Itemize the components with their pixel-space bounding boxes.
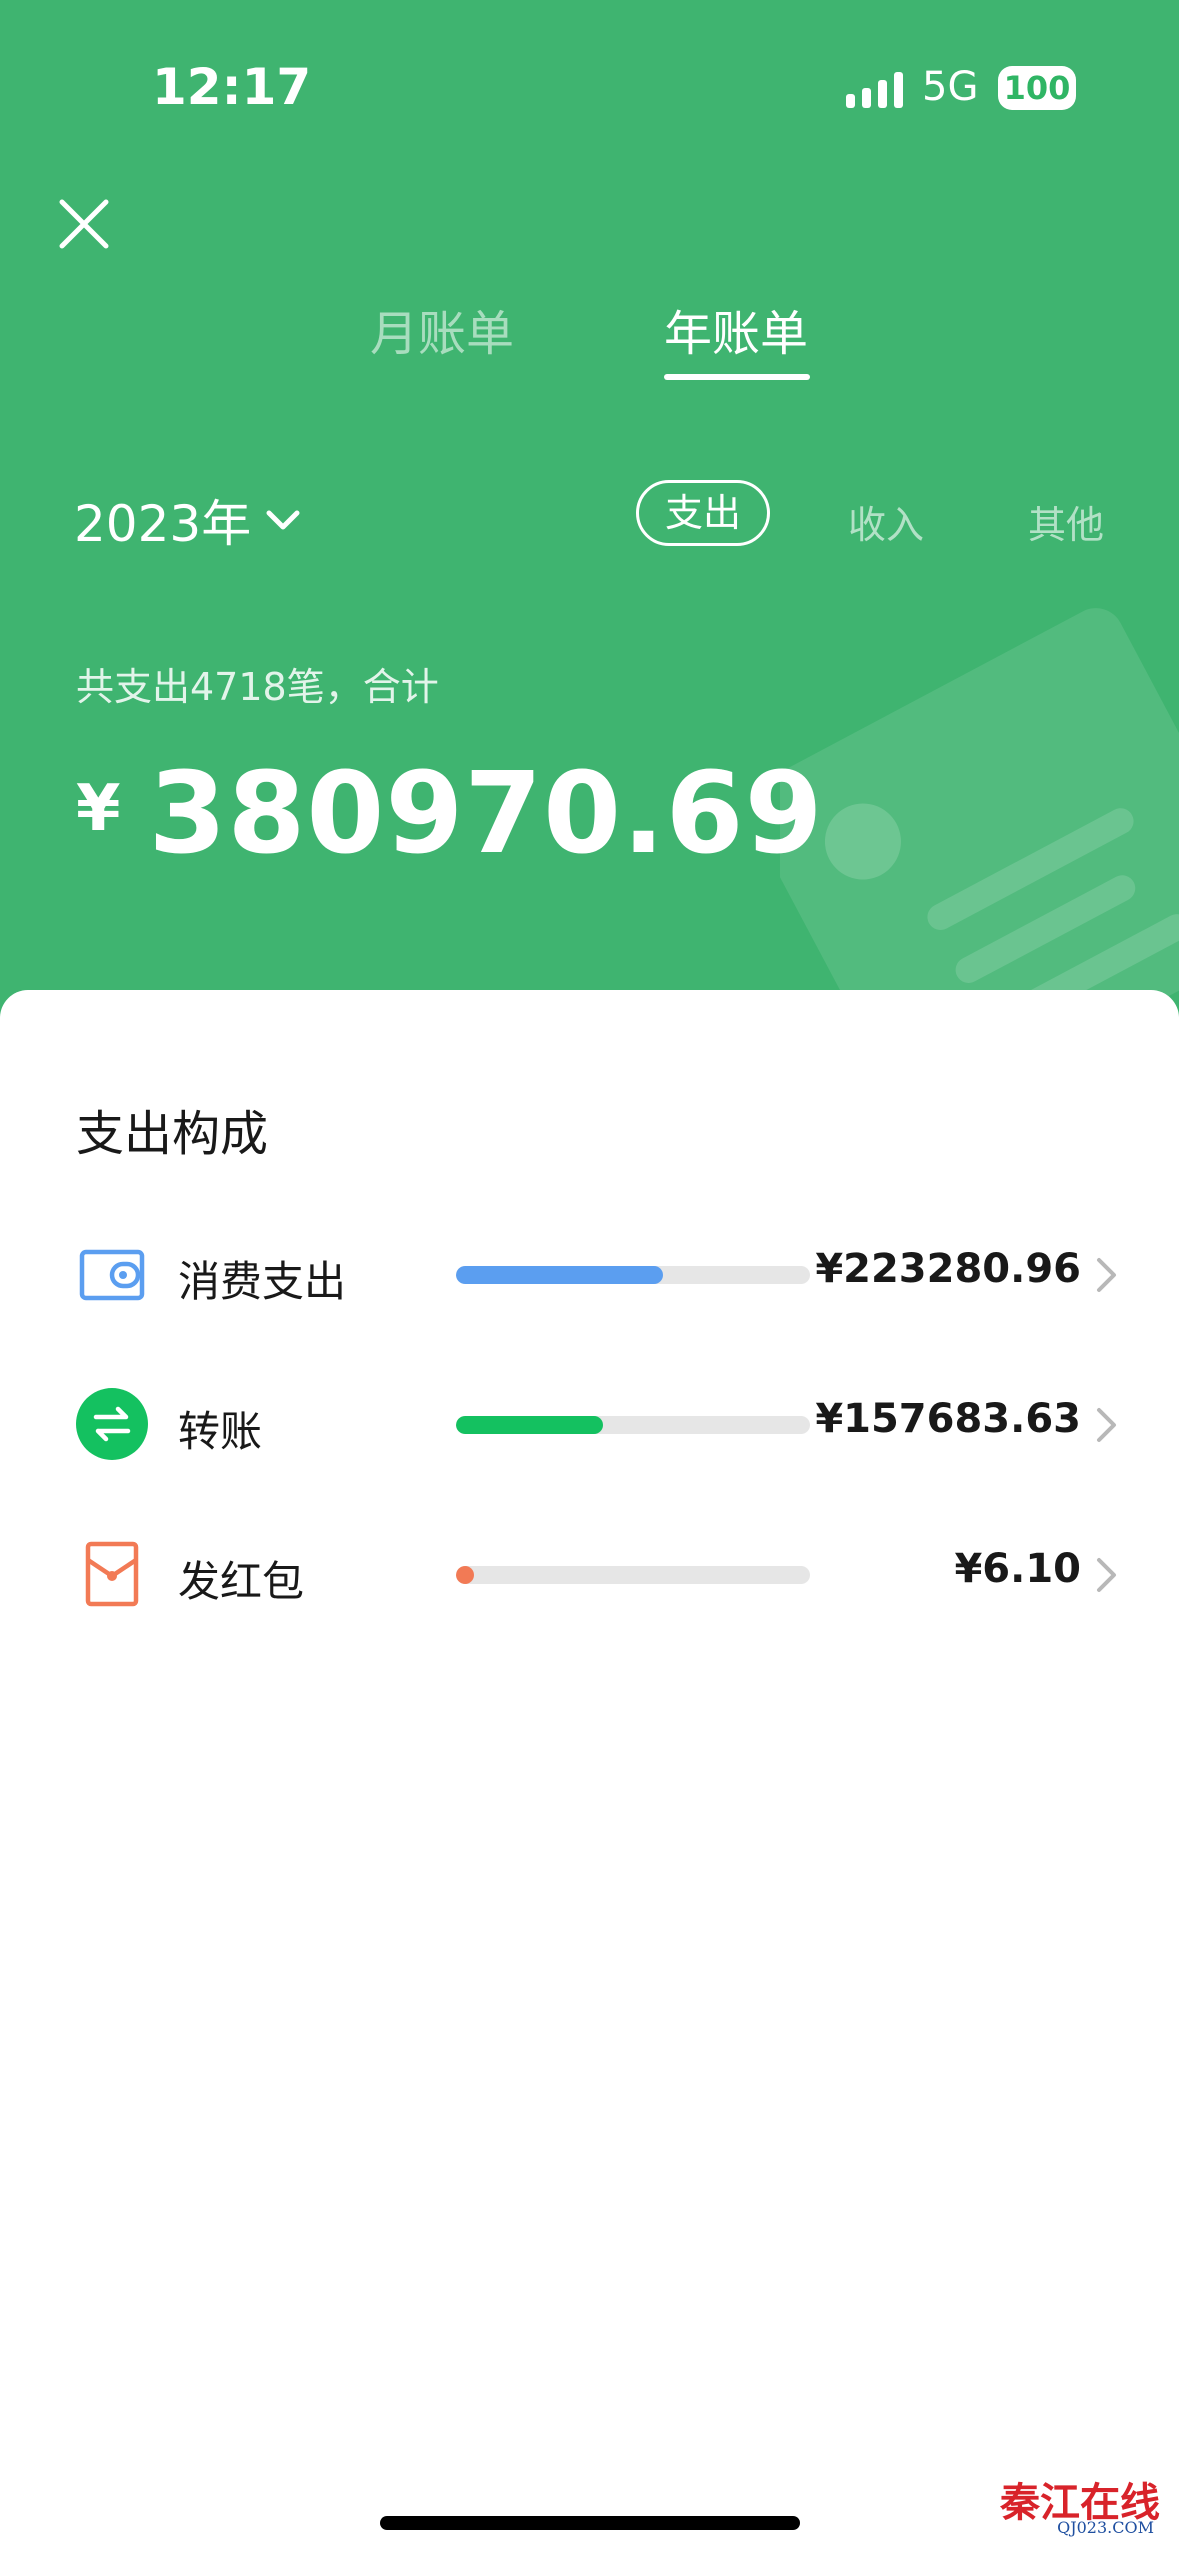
- filter-other-button[interactable]: 其他: [1028, 494, 1104, 549]
- breakdown-row-consumption[interactable]: 消费支出 ¥223280.96: [0, 1220, 1179, 1330]
- watermark-logo: 秦江在线 QJ023.COM: [964, 2470, 1160, 2540]
- chevron-right-icon: [1097, 1258, 1116, 1292]
- year-selector[interactable]: 2023年: [74, 484, 301, 556]
- total-amount: 380970.69: [148, 749, 824, 879]
- close-icon[interactable]: [56, 196, 112, 252]
- breakdown-amount: ¥6.10: [954, 1546, 1081, 1592]
- breakdown-bar-fill: [456, 1266, 664, 1284]
- bill-header: 12:17 5G 100 月账单 年账单 2023年 支出 收入 其他 共支出4…: [0, 0, 1179, 1040]
- breakdown-title: 支出构成: [76, 1106, 269, 1162]
- expense-total: ¥ 380970.69: [76, 758, 824, 870]
- active-tab-indicator: [664, 374, 810, 380]
- currency-symbol: ¥: [76, 772, 121, 846]
- tab-monthly-bill[interactable]: 月账单: [370, 294, 514, 364]
- filter-expense-button[interactable]: 支出: [636, 480, 770, 546]
- breakdown-bar-track: [456, 1266, 810, 1284]
- chevron-down-icon: [266, 510, 300, 530]
- breakdown-bar-fill: [456, 1566, 474, 1584]
- chevron-right-icon: [1097, 1408, 1116, 1442]
- home-indicator: [380, 2516, 800, 2530]
- tab-yearly-bill[interactable]: 年账单: [664, 294, 808, 364]
- breakdown-bar-track: [456, 1416, 810, 1434]
- breakdown-label: 转账: [178, 1407, 263, 1456]
- status-time: 12:17: [152, 58, 312, 116]
- transfer-icon: [76, 1388, 148, 1460]
- year-label: 2023年: [74, 495, 252, 553]
- network-type: 5G: [922, 64, 979, 110]
- bill-decoration-illustration: [780, 608, 1179, 1040]
- breakdown-amount: ¥157683.63: [815, 1396, 1081, 1442]
- breakdown-row-red-packet[interactable]: 发红包 ¥6.10: [0, 1520, 1179, 1630]
- breakdown-row-transfer[interactable]: 转账 ¥157683.63: [0, 1370, 1179, 1480]
- cellular-signal-icon: [846, 68, 906, 108]
- breakdown-label: 发红包: [178, 1557, 305, 1606]
- chevron-right-icon: [1097, 1558, 1116, 1592]
- watermark-sub-text: QJ023.COM: [1057, 2518, 1154, 2537]
- breakdown-label: 消费支出: [178, 1257, 347, 1306]
- breakdown-amount: ¥223280.96: [815, 1246, 1081, 1292]
- expense-summary-text: 共支出4718笔，合计: [76, 665, 439, 709]
- filter-income-button[interactable]: 收入: [848, 494, 924, 549]
- wallet-icon: [79, 1249, 145, 1301]
- breakdown-bar-fill: [456, 1416, 603, 1434]
- breakdown-bar-track: [456, 1566, 810, 1584]
- red-packet-icon: [85, 1541, 139, 1607]
- battery-indicator: 100: [998, 66, 1076, 110]
